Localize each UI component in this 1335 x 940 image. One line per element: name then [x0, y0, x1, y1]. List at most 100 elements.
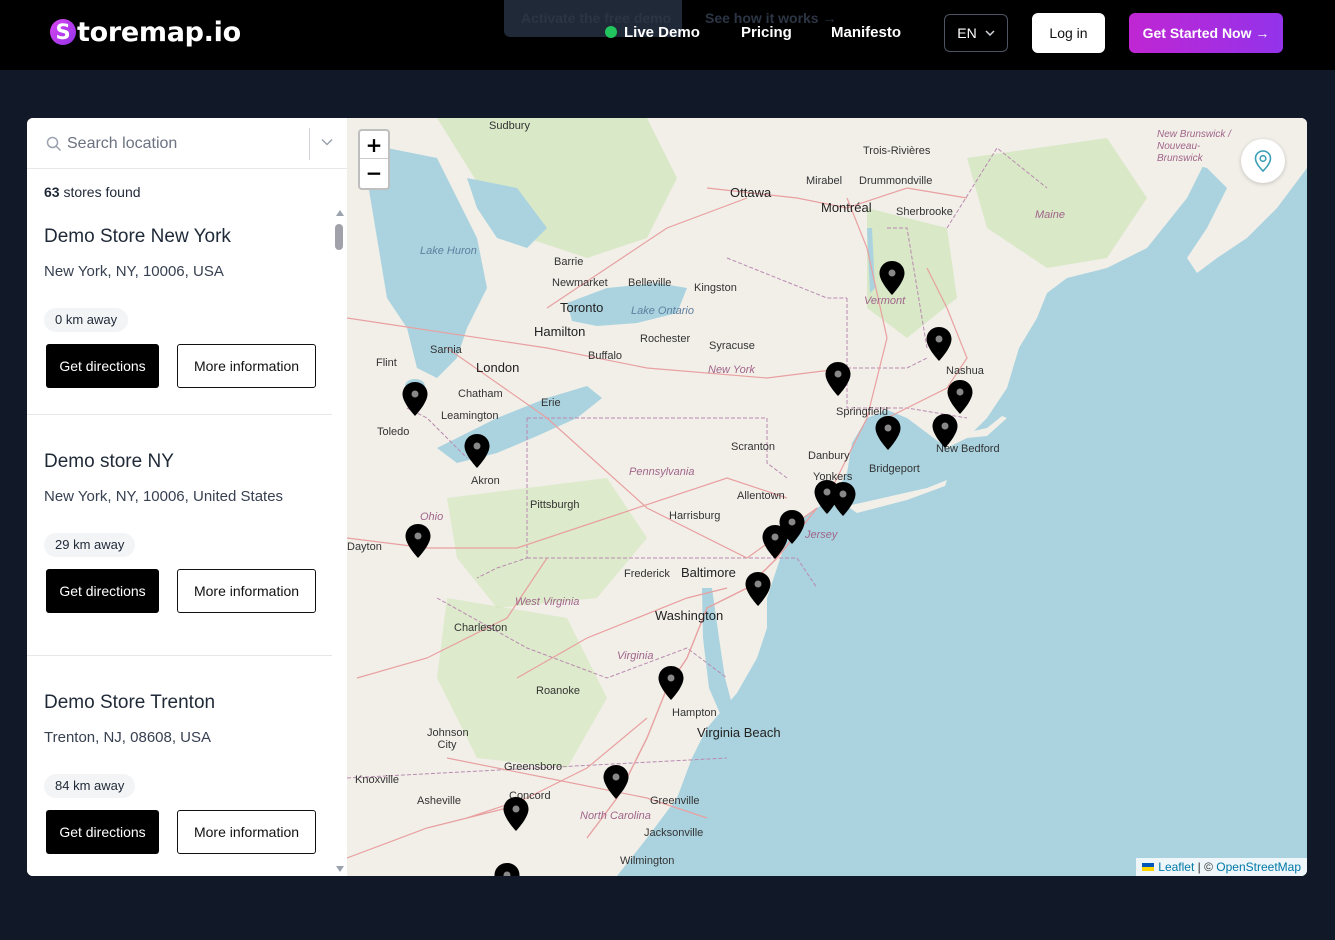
store-distance-badge: 0 km away	[44, 308, 129, 332]
zoom-out-button[interactable]: −	[360, 159, 388, 187]
store-list-scrollbar[interactable]	[334, 210, 346, 874]
store-marker-pin-icon[interactable]	[602, 764, 630, 800]
store-distance-badge: 84 km away	[44, 774, 136, 798]
stores-found-count: 63 stores found	[44, 184, 141, 200]
map-label: Chatham	[458, 388, 503, 400]
map-label: Baltimore	[681, 565, 736, 580]
nav-manifesto[interactable]: Manifesto	[831, 24, 901, 41]
more-information-button[interactable]: More information	[177, 569, 316, 613]
map-label: Scranton	[731, 441, 776, 453]
map-label: Buffalo	[588, 350, 623, 362]
login-button[interactable]: Log in	[1032, 13, 1105, 53]
leaflet-link[interactable]: Leaflet	[1158, 860, 1194, 874]
zoom-in-button[interactable]: +	[360, 131, 388, 159]
map-label: Bridgeport	[869, 463, 920, 475]
scroll-thumb[interactable]	[335, 224, 343, 250]
store-distance-badge: 29 km away	[44, 533, 136, 557]
map-label: Asheville	[417, 795, 462, 807]
store-marker-pin-icon[interactable]	[946, 379, 974, 415]
nav-live-demo-label: Live Demo	[624, 24, 700, 41]
chevron-down-icon	[985, 30, 995, 36]
map-label: Leamington	[441, 410, 499, 422]
map-label: Greensboro	[504, 761, 563, 773]
stores-count-value: 63	[44, 184, 60, 200]
map-label: Sherbrooke	[896, 206, 953, 218]
store-marker-pin-icon[interactable]	[401, 381, 429, 417]
map-label: Sudbury	[489, 120, 530, 132]
store-marker-pin-icon[interactable]	[502, 796, 530, 832]
map-label: Erie	[541, 397, 561, 409]
get-directions-button[interactable]: Get directions	[46, 810, 159, 854]
store-marker-pin-icon[interactable]	[463, 433, 491, 469]
store-marker-pin-icon[interactable]	[744, 571, 772, 607]
search-icon	[46, 136, 62, 152]
map-label: Newmarket	[552, 277, 608, 289]
locate-me-button[interactable]	[1241, 139, 1285, 183]
nav-pricing[interactable]: Pricing	[741, 24, 792, 41]
store-marker-pin-icon[interactable]	[824, 361, 852, 397]
store-marker-pin-icon[interactable]	[874, 415, 902, 451]
map-label: Akron	[471, 475, 500, 487]
search-bar	[27, 118, 347, 169]
store-locator-widget: 63 stores found Demo Store New York New …	[27, 118, 1307, 876]
get-directions-button[interactable]: Get directions	[46, 344, 159, 388]
map-label: Dayton	[347, 541, 382, 553]
map-label: Montréal	[821, 200, 872, 215]
map-label: Frederick	[624, 568, 670, 580]
get-directions-button[interactable]: Get directions	[46, 569, 159, 613]
top-navbar: Activate the free demo See how it works …	[0, 0, 1335, 70]
map-label: Lake Ontario	[631, 305, 694, 317]
location-pin-icon	[1254, 150, 1272, 172]
store-marker-pin-icon[interactable]	[931, 413, 959, 449]
language-label: EN	[957, 25, 977, 41]
ukraine-flag-icon	[1142, 863, 1155, 871]
get-started-button[interactable]: Get Started Now →	[1129, 13, 1283, 53]
store-marker-pin-icon[interactable]	[829, 481, 857, 517]
language-selector[interactable]: EN	[944, 14, 1008, 52]
map-label: West Virginia	[515, 596, 580, 608]
logo-text: toremap.io	[77, 16, 241, 48]
map-label: Hampton	[672, 707, 717, 719]
attribution-separator: | ©	[1194, 860, 1217, 874]
map-label: Lake Huron	[420, 245, 477, 257]
map-label: New Brunswick / Nouveau-Brunswick	[1157, 129, 1231, 164]
map-label: New York	[708, 364, 755, 376]
map-label: Harrisburg	[669, 510, 721, 522]
map-label: Kingston	[694, 282, 737, 294]
store-divider	[27, 655, 332, 656]
map-label: Greenville	[650, 795, 700, 807]
more-information-button[interactable]: More information	[177, 344, 316, 388]
openstreetmap-link[interactable]: OpenStreetMap	[1216, 860, 1301, 874]
more-information-button[interactable]: More information	[177, 810, 316, 854]
store-address: New York, NY, 10006, United States	[44, 488, 284, 505]
store-map[interactable]: Sudbury Trois-Rivières Ottawa Mirabel Dr…	[347, 118, 1307, 876]
nav-live-demo[interactable]: Live Demo	[605, 24, 700, 41]
map-label: Toronto	[560, 300, 604, 315]
map-label: Hamilton	[534, 324, 586, 339]
map-label: Ottawa	[730, 185, 772, 200]
store-divider	[27, 414, 332, 415]
map-label: Belleville	[628, 277, 672, 289]
store-marker-pin-icon[interactable]	[493, 862, 521, 876]
store-marker-pin-icon[interactable]	[657, 665, 685, 701]
map-label: Danbury	[808, 450, 850, 462]
map-label: Vermont	[864, 295, 906, 307]
scroll-up-arrow-icon[interactable]	[336, 210, 344, 216]
store-marker-pin-icon[interactable]	[404, 523, 432, 559]
scroll-down-arrow-icon[interactable]	[336, 866, 344, 872]
store-address: Trenton, NJ, 08608, USA	[44, 729, 212, 746]
map-label: Johnson City	[427, 727, 469, 751]
store-marker-pin-icon[interactable]	[761, 524, 789, 560]
map-label: Washington	[655, 608, 724, 623]
store-name: Demo store NY	[44, 451, 174, 472]
live-status-dot-icon	[605, 26, 617, 38]
search-location-input[interactable]	[67, 129, 307, 159]
map-label: Virginia	[617, 650, 654, 662]
store-marker-pin-icon[interactable]	[878, 260, 906, 296]
map-label: Toledo	[377, 426, 410, 438]
search-divider	[309, 128, 310, 160]
dropdown-chevron-icon[interactable]	[321, 138, 333, 146]
map-label: Sarnia	[430, 344, 462, 356]
storemap-logo[interactable]: S toremap.io	[50, 16, 241, 48]
store-marker-pin-icon[interactable]	[925, 326, 953, 362]
